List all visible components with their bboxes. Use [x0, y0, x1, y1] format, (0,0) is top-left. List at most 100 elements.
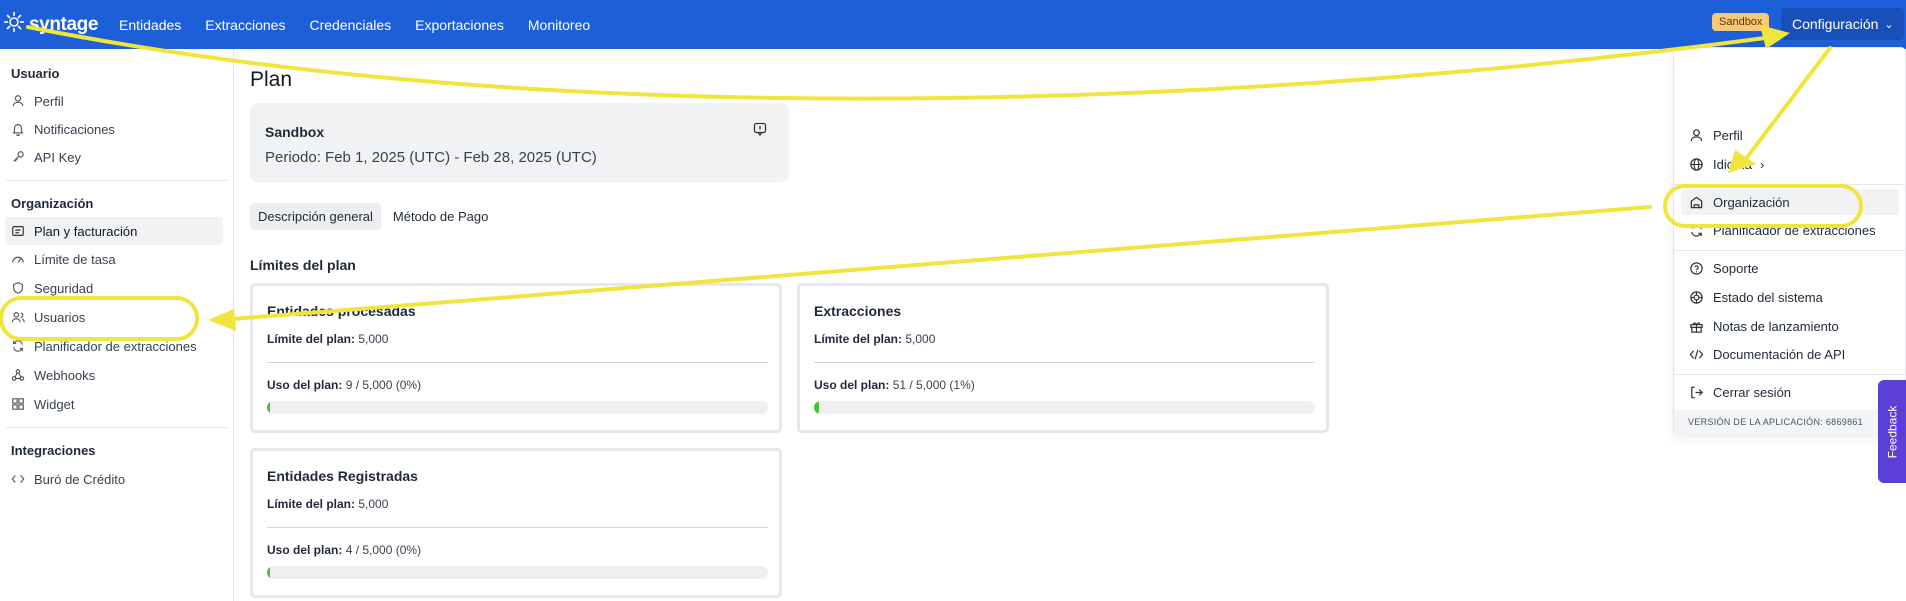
- page-title: Plan: [250, 68, 293, 91]
- message-icon[interactable]: [753, 122, 767, 137]
- menu-item-label: Perfil: [1713, 127, 1743, 143]
- menu-item-label: Documentación de API: [1713, 346, 1846, 362]
- usage-card-usage: Uso del plan: 9 / 5,000 (0%): [267, 378, 422, 392]
- tab-metodo-pago[interactable]: Método de Pago: [385, 203, 496, 230]
- usage-card-limit: Límite del plan: 5,000: [267, 497, 389, 511]
- sidebar-item-seguridad[interactable]: Seguridad: [5, 274, 223, 302]
- plan-name: Sandbox: [265, 124, 325, 140]
- sidebar-item-label: Widget: [34, 396, 75, 412]
- usage-card-entidades-registradas: Entidades Registradas Límite del plan: 5…: [250, 448, 782, 598]
- menu-item-label: Idioma: [1713, 156, 1753, 172]
- user-icon: [1689, 128, 1704, 143]
- users-icon: [11, 310, 25, 324]
- webhook-icon: [11, 368, 25, 382]
- nav-extracciones[interactable]: Extracciones: [205, 17, 285, 33]
- sidebar-item-buro-credito[interactable]: Buró de Crédito: [5, 465, 223, 493]
- status-icon: [1689, 290, 1704, 305]
- sidebar-item-label: Límite de tasa: [34, 251, 116, 267]
- plan-tabs: Descripción general Método de Pago: [250, 203, 500, 230]
- sidebar-item-label: Webhooks: [34, 367, 96, 383]
- menu-divider: [1674, 184, 1905, 185]
- key-icon: [11, 150, 25, 164]
- menu-item-perfil[interactable]: Perfil: [1681, 122, 1899, 148]
- sidebar-item-plan-facturacion[interactable]: Plan y facturación: [5, 217, 223, 245]
- receipt-icon: [11, 224, 25, 238]
- plan-period: Periodo: Feb 1, 2025 (UTC) - Feb 28, 202…: [265, 149, 597, 166]
- sidebar-item-label: Plan y facturación: [34, 223, 138, 239]
- nav-entidades[interactable]: Entidades: [119, 17, 181, 33]
- usage-card-title: Entidades Registradas: [267, 468, 418, 484]
- sidebar-item-label: Perfil: [34, 93, 64, 109]
- usage-card-limit: Límite del plan: 5,000: [267, 332, 389, 346]
- plan-summary-card: Sandbox Periodo: Feb 1, 2025 (UTC) - Feb…: [250, 103, 789, 182]
- sidebar-item-notificaciones[interactable]: Notificaciones: [5, 115, 223, 143]
- logo-icon: [2, 10, 26, 39]
- gift-icon: [1689, 319, 1704, 334]
- configuration-menu-button[interactable]: Configuración ⌄: [1781, 8, 1904, 40]
- menu-item-documentacion-api[interactable]: Documentación de API: [1681, 341, 1899, 367]
- top-navbar: syntage Entidades Extracciones Credencia…: [0, 0, 1906, 49]
- usage-card-title: Entidades procesadas: [267, 303, 416, 319]
- chevron-right-icon: ›: [1760, 156, 1765, 172]
- feedback-label: Feedback: [1885, 405, 1900, 458]
- menu-item-idioma[interactable]: Idioma ›: [1681, 151, 1899, 177]
- brand-name: syntage: [29, 13, 99, 35]
- sidebar-item-widget[interactable]: Widget: [5, 390, 223, 418]
- help-circle-icon: [1689, 261, 1704, 276]
- brand-logo[interactable]: syntage: [2, 10, 98, 39]
- menu-item-estado-sistema[interactable]: Estado del sistema: [1681, 284, 1899, 310]
- nav-monitoreo[interactable]: Monitoreo: [528, 17, 590, 33]
- sidebar-item-api-key[interactable]: API Key: [5, 143, 223, 171]
- environment-badge: Sandbox: [1712, 13, 1770, 31]
- nav-credenciales[interactable]: Credenciales: [309, 17, 391, 33]
- usage-progress-bar: [814, 401, 1315, 414]
- sidebar-item-usuarios[interactable]: Usuarios: [5, 303, 223, 331]
- menu-item-cerrar-sesion[interactable]: Cerrar sesión: [1681, 379, 1899, 405]
- sidebar-item-label: Usuarios: [34, 309, 86, 325]
- sidebar-item-label: API Key: [34, 149, 81, 165]
- menu-item-planificador[interactable]: Planificador de extracciones: [1681, 217, 1899, 243]
- menu-item-label: Notas de lanzamiento: [1713, 318, 1839, 334]
- usage-card-title: Extracciones: [814, 303, 902, 319]
- menu-item-label: Planificador de extracciones: [1713, 222, 1876, 238]
- usage-progress-bar: [267, 401, 768, 414]
- sidebar-item-label: Seguridad: [34, 280, 94, 296]
- building-icon: [1689, 195, 1704, 210]
- usage-card-usage: Uso del plan: 4 / 5,000 (0%): [267, 543, 422, 557]
- tab-descripcion-general[interactable]: Descripción general: [250, 203, 381, 230]
- refresh-icon: [1689, 223, 1704, 238]
- chevron-down-icon: ⌄: [1884, 18, 1894, 31]
- sidebar-item-perfil[interactable]: Perfil: [5, 87, 223, 115]
- settings-sidebar: Usuario Perfil Notificaciones API Key Or…: [0, 49, 234, 601]
- usage-progress-bar: [267, 566, 768, 579]
- menu-item-organizacion[interactable]: Organización: [1681, 189, 1899, 215]
- sidebar-divider: [6, 427, 228, 428]
- logout-icon: [1689, 385, 1704, 400]
- usage-card-divider: [267, 362, 768, 363]
- sidebar-section-usuario: Usuario: [11, 66, 60, 81]
- feedback-button[interactable]: Feedback: [1878, 380, 1906, 483]
- menu-item-notas-lanzamiento[interactable]: Notas de lanzamiento: [1681, 313, 1899, 339]
- sidebar-item-label: Buró de Crédito: [34, 471, 126, 487]
- usage-card-limit: Límite del plan: 5,000: [814, 332, 936, 346]
- sidebar-section-integraciones: Integraciones: [11, 443, 96, 458]
- sidebar-item-webhooks[interactable]: Webhooks: [5, 361, 223, 389]
- menu-item-label: Organización: [1713, 194, 1790, 210]
- usage-card-divider: [267, 527, 768, 528]
- sidebar-item-planificador[interactable]: Planificador de extracciones: [5, 332, 223, 360]
- sidebar-item-limite-tasa[interactable]: Límite de tasa: [5, 245, 223, 273]
- gauge-icon: [11, 252, 25, 266]
- main-nav: Entidades Extracciones Credenciales Expo…: [119, 17, 614, 33]
- nav-exportaciones[interactable]: Exportaciones: [415, 17, 504, 33]
- usage-card-divider: [814, 362, 1315, 363]
- code-icon: [1689, 347, 1704, 362]
- configuration-dropdown-menu: Perfil Idioma › Organización Planificado…: [1673, 47, 1906, 434]
- bell-icon: [11, 122, 25, 136]
- grid-icon: [11, 397, 25, 411]
- configuration-label: Configuración: [1792, 16, 1879, 32]
- sidebar-section-organizacion: Organización: [11, 196, 94, 211]
- usage-progress-fill: [814, 401, 819, 414]
- menu-item-label: Soporte: [1713, 260, 1759, 276]
- usage-progress-fill: [267, 401, 270, 414]
- menu-item-soporte[interactable]: Soporte: [1681, 255, 1899, 281]
